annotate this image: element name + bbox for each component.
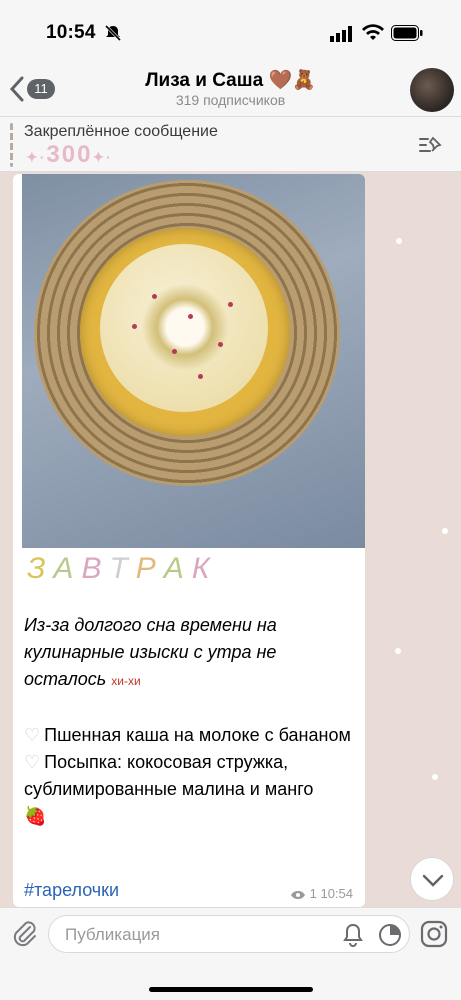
title-emoji: 🤎🧸 (268, 70, 316, 91)
heading-letter: Т (109, 552, 136, 585)
hashtag-link[interactable]: #тарелочки (24, 880, 119, 901)
heading-letter: В (81, 552, 110, 585)
raspberry-bit (198, 374, 203, 379)
nav-bar: 11 Лиза и Саша 🤎🧸 319 подписчиков (0, 64, 461, 116)
battery-icon (391, 25, 423, 41)
pinned-value: ✦·300✦· (26, 141, 113, 168)
heading-letter: К (191, 552, 218, 585)
raspberry-bit (172, 349, 177, 354)
channel-subtitle[interactable]: 319 подписчиков (0, 92, 461, 108)
eye-icon (291, 890, 305, 899)
post-heading: ЗАВТРАК (27, 552, 218, 586)
raspberry-bit (228, 302, 233, 307)
raspberry-bit (188, 314, 193, 319)
chevron-down-icon (422, 874, 444, 887)
sparkle (442, 528, 448, 534)
status-time: 10:54 (46, 22, 96, 43)
list-item: ♡ Пшенная каша на молоке с бананом (24, 725, 351, 745)
timer-icon[interactable] (377, 922, 403, 948)
message-input[interactable]: Публикация (48, 915, 410, 953)
message-bubble[interactable]: ЗАВТРАК Из-за долгого сна времени на кул… (13, 174, 365, 907)
raspberry-bit (218, 342, 223, 347)
status-bar: 10:54 (0, 0, 461, 64)
heart-icon: ♡ (24, 725, 41, 745)
scroll-down-button[interactable] (410, 857, 454, 901)
pin-list-icon[interactable] (418, 135, 444, 157)
pinned-label: Закреплённое сообщение (24, 123, 218, 140)
raspberry-emoji: 🍓 (24, 806, 47, 826)
heading-letter: А (53, 552, 82, 585)
sparkle (395, 648, 401, 654)
pinned-message[interactable]: Закреплённое сообщение ✦·300✦· (0, 116, 461, 172)
channel-title[interactable]: Лиза и Саша 🤎🧸 (0, 68, 461, 92)
home-indicator (149, 987, 313, 992)
heading-letter: Р (135, 552, 164, 585)
message-input-placeholder: Публикация (65, 925, 161, 944)
post-photo[interactable] (22, 174, 365, 548)
post-intro: Из-за долгого сна времени на кулинарные … (24, 615, 277, 689)
wifi-icon (362, 24, 384, 40)
heart-icon: ♡ (24, 752, 41, 772)
pinned-indicator (10, 123, 13, 167)
post-body: Из-за долгого сна времени на кулинарные … (24, 612, 356, 830)
list-item: ♡ Посыпка: кокосовая стружка, сублимирова… (24, 752, 314, 799)
signal-icon (330, 26, 352, 42)
post-meta: 1 10:54 (290, 886, 353, 901)
sparkle (396, 238, 402, 244)
input-bar: Публикация (0, 907, 461, 1000)
sparkle (432, 774, 438, 780)
heading-letter: А (163, 552, 192, 585)
hihi-emoji: хи-хи (111, 674, 141, 688)
avatar[interactable] (410, 68, 454, 112)
raspberry-bit (152, 294, 157, 299)
bell-icon[interactable] (341, 922, 365, 948)
heading-letter: З (27, 552, 54, 585)
attach-icon[interactable] (10, 918, 38, 950)
raspberry-bit (132, 324, 137, 329)
instagram-icon[interactable] (420, 920, 448, 948)
bell-off-icon (104, 24, 122, 42)
